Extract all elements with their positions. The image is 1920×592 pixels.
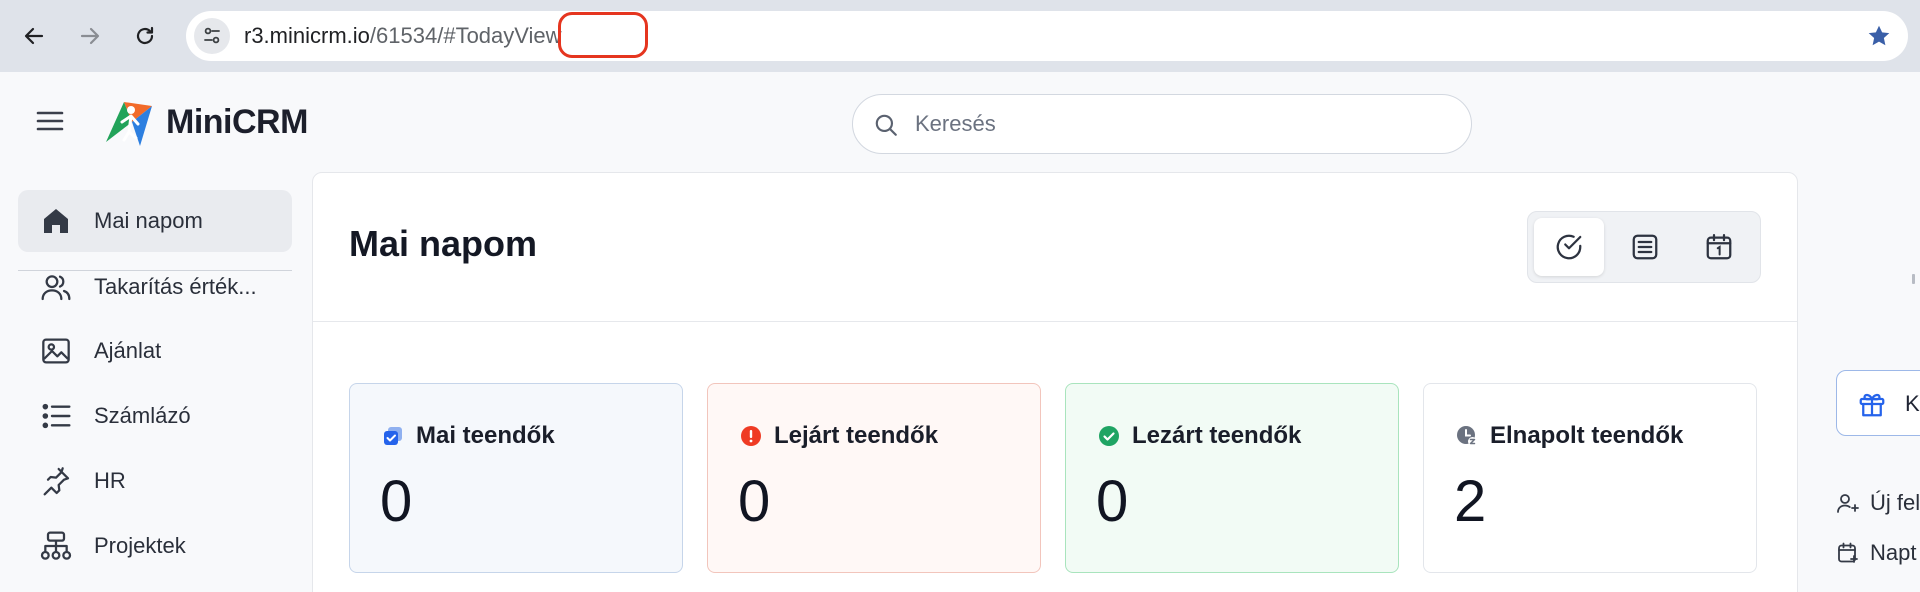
sidebar-item-takaritas[interactable]: Takarítás érték...	[18, 256, 292, 318]
collapse-handle[interactable]	[1912, 274, 1915, 284]
url-path-suffix: /#TodayView	[437, 23, 562, 48]
search-input[interactable]	[915, 107, 1435, 141]
card-mai-teendok[interactable]: Mai teendők 0	[349, 383, 683, 573]
list-view-button[interactable]	[1610, 218, 1680, 276]
clock-icon	[1456, 425, 1478, 447]
arrow-right-icon	[80, 27, 100, 45]
card-count: 2	[1454, 469, 1487, 534]
url-host: r3.minicrm.io	[244, 23, 370, 48]
new-contact-link[interactable]: Új fel	[1836, 490, 1920, 516]
back-button[interactable]	[18, 20, 50, 52]
new-contact-label: Új fel	[1870, 490, 1920, 515]
hamburger-icon	[36, 111, 64, 131]
sidebar-item-hr[interactable]: HR	[18, 450, 292, 512]
url-text: r3.minicrm.io/61534/#TodayView	[244, 23, 562, 49]
list-view-icon	[1632, 234, 1658, 260]
browser-toolbar: r3.minicrm.io/61534/#TodayView	[0, 0, 1920, 72]
search-box[interactable]	[852, 94, 1472, 154]
card-count: 0	[1096, 469, 1129, 534]
home-icon	[38, 203, 74, 239]
logo-text: MiniCRM	[166, 102, 308, 141]
forward-button[interactable]	[74, 20, 106, 52]
card-title: Mai teendők	[416, 422, 555, 449]
card-elnapolt-teendok[interactable]: Elnapolt teendők 2	[1423, 383, 1757, 573]
tasks-icon	[382, 425, 404, 447]
sidebar-item-projektek[interactable]: Projektek	[18, 515, 292, 577]
calendar-add-icon	[1838, 542, 1858, 563]
sitemap-icon	[38, 528, 74, 564]
reload-icon	[136, 26, 154, 45]
card-title: Elnapolt teendők	[1490, 422, 1684, 449]
sidebar-item-label: Takarítás érték...	[94, 274, 257, 299]
check-icon	[1098, 425, 1120, 447]
today-view-button[interactable]	[1534, 218, 1604, 276]
sidebar-item-label: HR	[94, 468, 126, 493]
sidebar-item-szamlazo[interactable]: Számlázó	[18, 385, 292, 447]
url-highlighted-id: 61534	[376, 23, 438, 48]
calendar-view-button[interactable]	[1684, 218, 1754, 276]
app-header: MiniCRM	[0, 72, 1920, 172]
sidebar-item-label: Projektek	[94, 533, 186, 558]
site-info-button[interactable]	[194, 18, 230, 54]
star-icon	[1868, 25, 1890, 46]
logo[interactable]: MiniCRM	[102, 96, 308, 148]
main-panel: Mai napom Mai teendők 0 Lejárt teendők 0	[312, 172, 1798, 592]
calendar-link-label: Napt	[1870, 540, 1917, 565]
pin-icon	[38, 463, 74, 499]
gift-button-label: K	[1905, 391, 1920, 416]
sidebar-item-label: Mai napom	[94, 208, 203, 233]
card-title: Lezárt teendők	[1132, 422, 1302, 449]
check-circle-icon	[1556, 234, 1582, 260]
users-icon	[38, 269, 74, 305]
search-icon	[875, 114, 897, 136]
add-user-icon	[1837, 494, 1859, 513]
card-lezart-teendok[interactable]: Lezárt teendők 0	[1065, 383, 1399, 573]
tune-icon	[204, 27, 220, 44]
image-icon	[38, 333, 74, 369]
card-count: 0	[738, 469, 771, 534]
annotation-highlight	[558, 12, 648, 58]
calendar-link[interactable]: Napt	[1836, 540, 1916, 566]
card-lejart-teendok[interactable]: Lejárt teendők 0	[707, 383, 1041, 573]
card-count: 0	[380, 469, 413, 534]
gift-button[interactable]: K	[1836, 370, 1920, 436]
sidebar: Mai napom Takarítás érték... Ajánlat Szá…	[0, 172, 310, 592]
sidebar-item-label: Ajánlat	[94, 338, 162, 363]
sidebar-item-mai-napom[interactable]: Mai napom	[18, 190, 292, 252]
list-icon	[38, 398, 74, 434]
sidebar-item-label: Számlázó	[94, 403, 191, 428]
card-title: Lejárt teendők	[774, 422, 939, 449]
address-bar[interactable]: r3.minicrm.io/61534/#TodayView	[186, 11, 1908, 61]
calendar-icon	[1706, 234, 1732, 260]
arrow-left-icon	[24, 27, 44, 45]
alert-icon	[740, 425, 762, 447]
minicrm-logo-icon	[106, 102, 152, 146]
page-title: Mai napom	[349, 223, 538, 264]
sidebar-item-ajanlat[interactable]: Ajánlat	[18, 320, 292, 382]
reload-button[interactable]	[129, 20, 161, 52]
gift-icon	[1859, 393, 1885, 417]
view-switcher	[1527, 211, 1761, 283]
header-divider	[313, 321, 1797, 322]
bookmark-button[interactable]	[1866, 23, 1892, 54]
menu-button[interactable]	[36, 110, 64, 137]
